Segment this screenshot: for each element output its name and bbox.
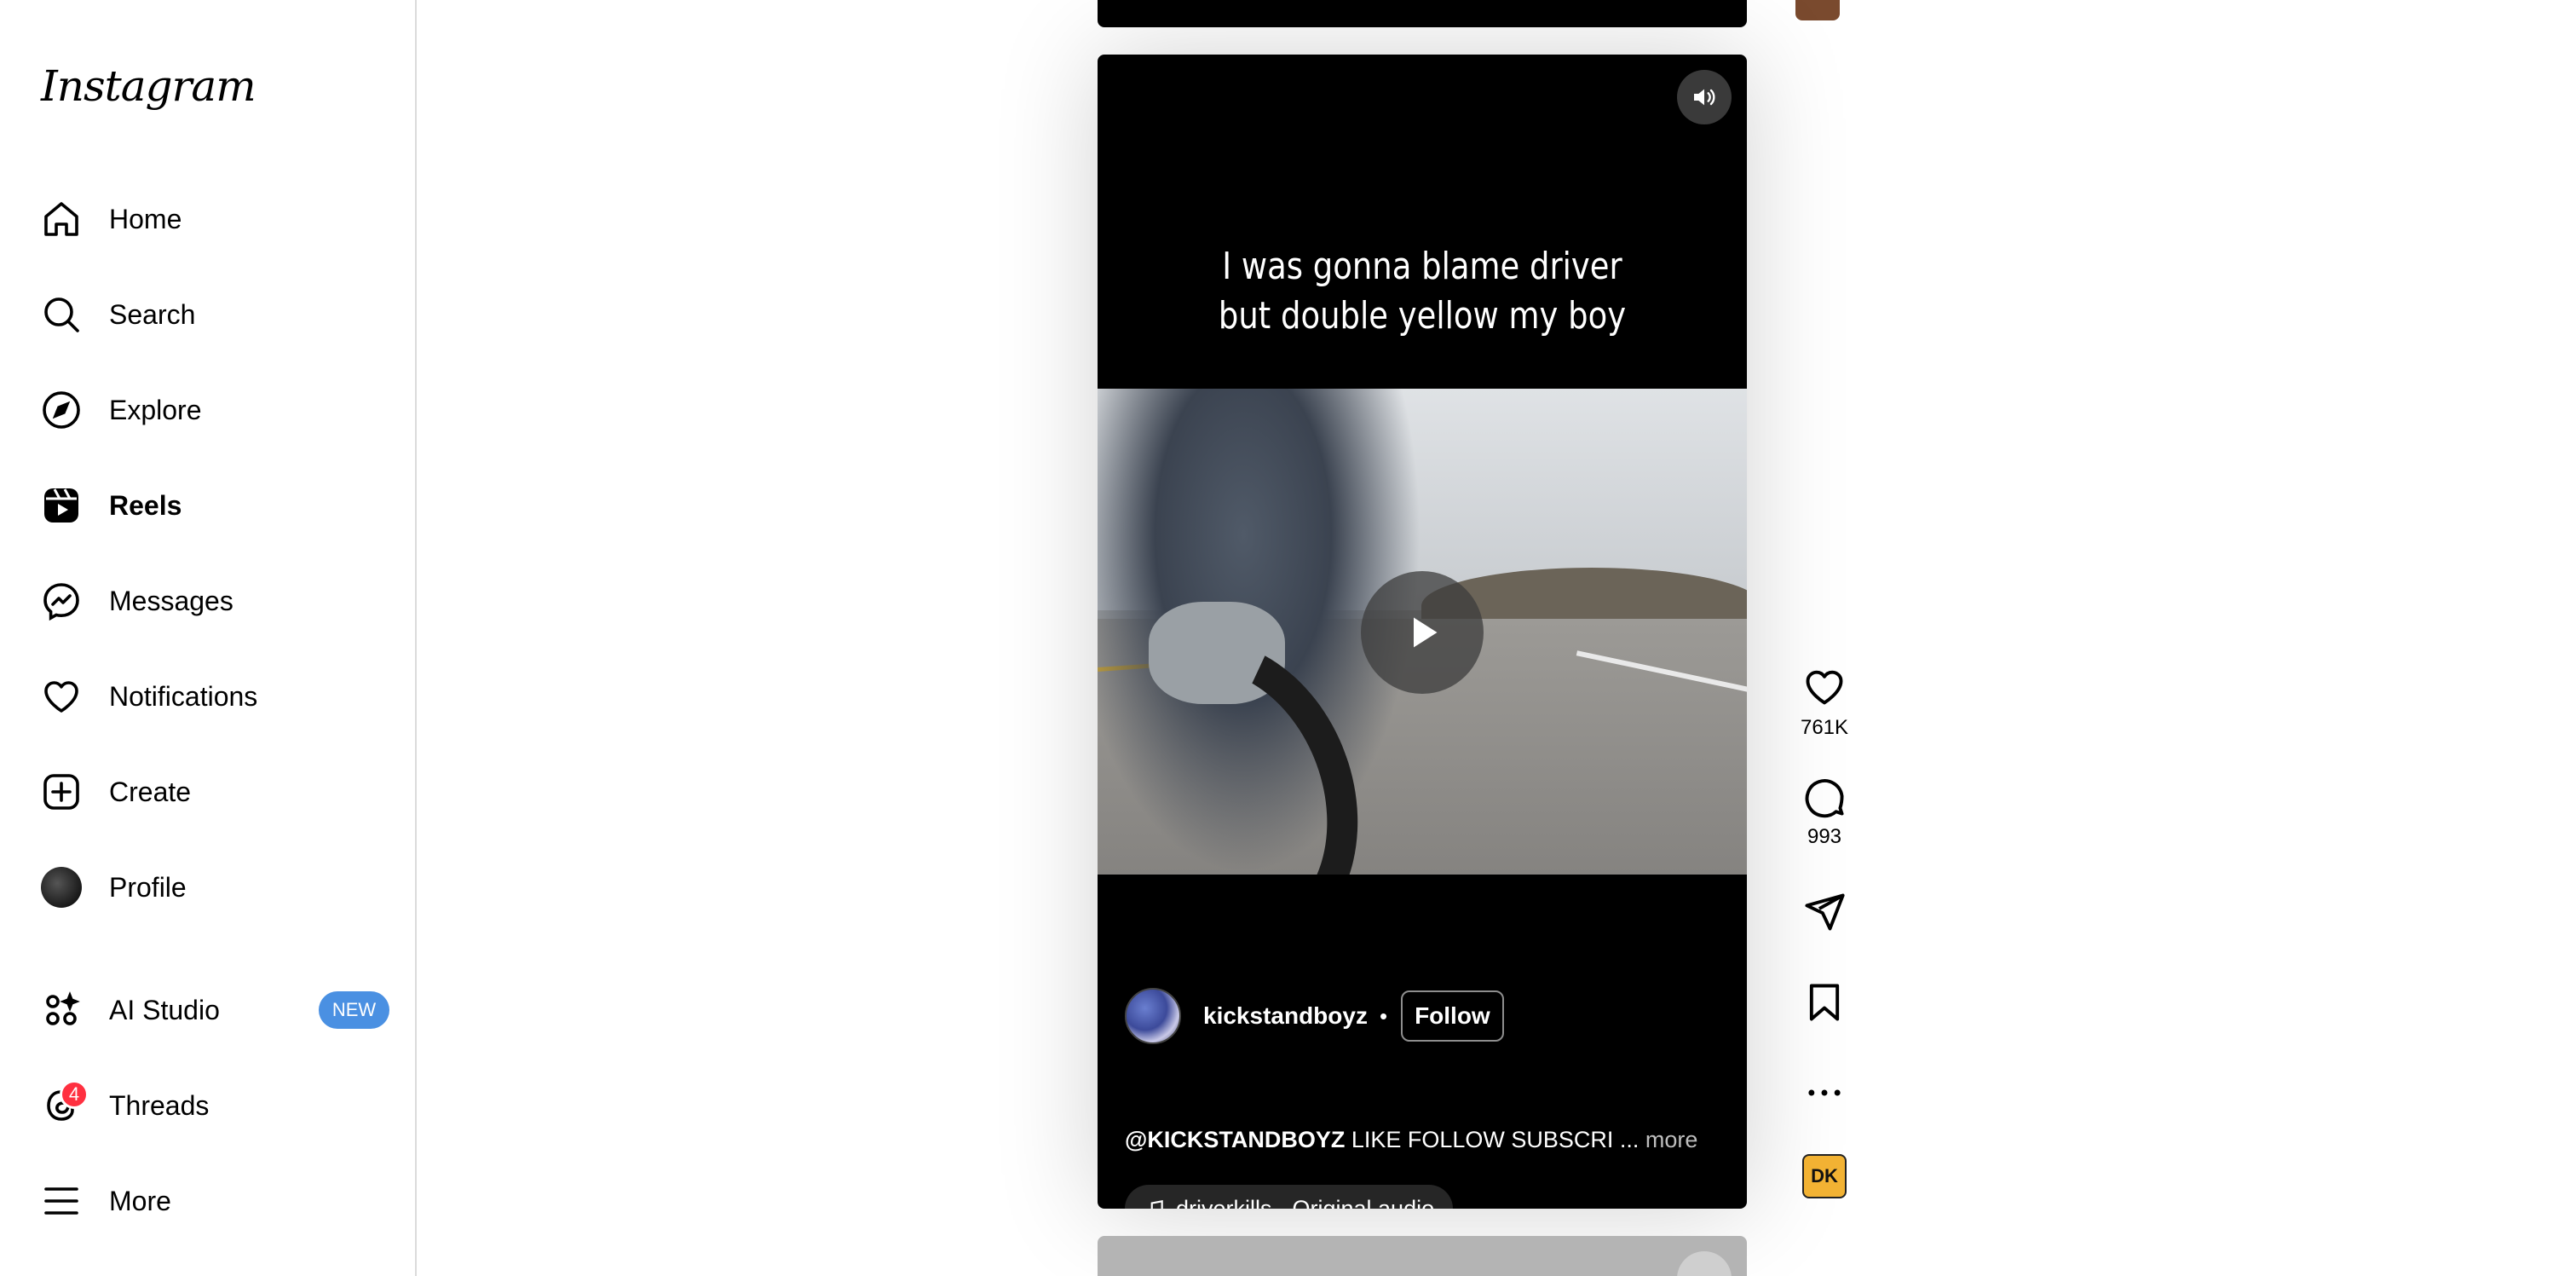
previous-reel[interactable] [1098, 0, 1747, 27]
sidebar-item-label: Messages [109, 585, 233, 616]
save-action[interactable] [1795, 980, 1853, 1025]
next-reel[interactable] [1098, 1236, 1747, 1276]
sound-toggle-button[interactable] [1677, 70, 1732, 124]
notification-count-badge: 4 [60, 1080, 89, 1109]
audio-source-logo[interactable]: DK [1802, 1154, 1847, 1198]
avatar [41, 867, 82, 908]
reels-icon [41, 485, 82, 526]
sidebar-item-home[interactable]: Home [41, 192, 182, 246]
play-icon [1414, 617, 1438, 648]
audio-pill[interactable]: driverkills · Original audio [1125, 1185, 1454, 1210]
next-reel-sound-button[interactable] [1677, 1251, 1732, 1276]
reel-description: @KICKSTANDBOYZ LIKE FOLLOW SUBSCRI ... m… [1125, 1127, 1697, 1153]
previous-reel-action-avatar[interactable] [1795, 0, 1840, 20]
speaker-icon [1694, 89, 1715, 106]
messages-icon [41, 580, 82, 621]
sidebar: Instagram Home Search Explore Reels Mess… [0, 0, 417, 1276]
reel-author-row: kickstandboyz • Follow [1125, 988, 1504, 1044]
comment-icon [1805, 779, 1844, 818]
video-caption-overlay: I was gonna blame driver but double yell… [1218, 245, 1627, 338]
heart-icon [41, 676, 82, 717]
ai-studio-icon [41, 990, 82, 1031]
audio-label: driverkills · Original audio [1176, 1195, 1435, 1210]
sidebar-item-label: Home [109, 203, 182, 234]
sidebar-item-search[interactable]: Search [41, 287, 195, 342]
author-avatar[interactable] [1125, 988, 1181, 1044]
comment-count: 993 [1807, 825, 1842, 848]
sidebar-item-more[interactable]: More [41, 1174, 171, 1228]
sidebar-item-label: Create [109, 776, 192, 807]
like-count: 761K [1800, 716, 1849, 739]
music-note-icon [1150, 1200, 1163, 1209]
threads-icon: 4 [41, 1080, 89, 1126]
sidebar-item-label: Reels [109, 489, 182, 521]
sidebar-item-label: Profile [109, 871, 187, 903]
reels-feed: I was gonna blame driver but double yell… [418, 0, 2576, 1276]
sidebar-item-label: Threads [109, 1089, 210, 1121]
sidebar-item-label: Notifications [109, 680, 258, 712]
home-icon [41, 199, 82, 240]
author-username[interactable]: kickstandboyz [1203, 1002, 1368, 1030]
sidebar-item-create[interactable]: Create [41, 765, 191, 819]
instagram-logo[interactable]: Instagram [41, 61, 256, 111]
share-icon [1805, 893, 1845, 931]
share-action[interactable] [1795, 890, 1853, 934]
sidebar-item-reels[interactable]: Reels [41, 478, 182, 533]
explore-icon [41, 390, 82, 430]
reel-card[interactable]: I was gonna blame driver but double yell… [1098, 55, 1747, 1209]
sidebar-item-messages[interactable]: Messages [41, 574, 233, 628]
description-more-link[interactable]: more [1639, 1127, 1698, 1152]
more-horizontal-icon [1808, 1089, 1841, 1096]
new-badge: NEW [318, 991, 390, 1029]
sidebar-item-profile[interactable]: Profile [41, 860, 187, 915]
heart-icon [1806, 670, 1843, 705]
description-text: LIKE FOLLOW SUBSCRI ... [1345, 1127, 1640, 1152]
search-icon [41, 294, 82, 335]
sidebar-item-threads[interactable]: 4 Threads [41, 1078, 209, 1133]
sidebar-item-ai-studio[interactable]: AI Studio NEW [41, 983, 390, 1037]
sidebar-item-label: More [109, 1185, 171, 1216]
separator-dot: • [1379, 1002, 1388, 1029]
create-icon [41, 771, 82, 812]
sidebar-item-explore[interactable]: Explore [41, 383, 202, 437]
sidebar-item-label: AI Studio [109, 994, 220, 1025]
bookmark-icon [1809, 984, 1840, 1021]
follow-button[interactable]: Follow [1401, 990, 1504, 1042]
video-frame[interactable] [1098, 389, 1747, 875]
play-button[interactable] [1361, 571, 1484, 694]
like-action[interactable]: 761K [1795, 665, 1853, 740]
description-handle[interactable]: @KICKSTANDBOYZ [1125, 1127, 1345, 1152]
sidebar-item-label: Explore [109, 394, 202, 425]
profile-icon-wrapper [41, 867, 82, 908]
comment-action[interactable]: 993 [1795, 774, 1853, 849]
more-options-action[interactable] [1795, 1071, 1853, 1115]
menu-icon [41, 1181, 82, 1221]
sidebar-item-notifications[interactable]: Notifications [41, 669, 257, 724]
sidebar-item-label: Search [109, 298, 196, 330]
